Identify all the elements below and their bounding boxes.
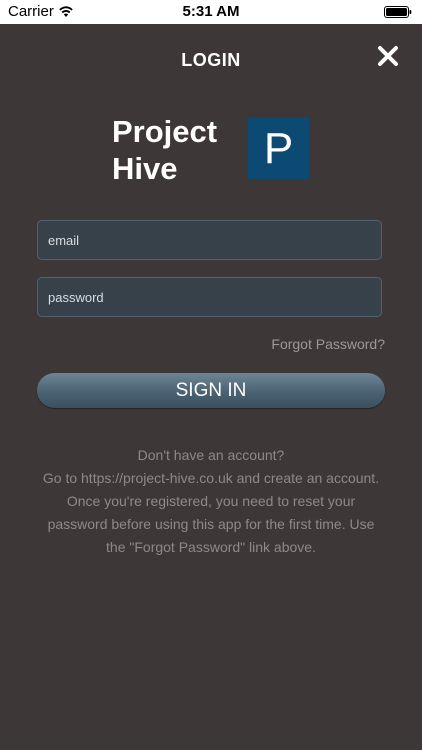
info-line-5: the "Forgot Password" link above. bbox=[106, 539, 316, 555]
info-line-3: Once you're registered, you need to rese… bbox=[66, 493, 356, 509]
info-line-1: Don't have an account? bbox=[137, 447, 285, 463]
info-line-4: password before using this app for the f… bbox=[47, 516, 375, 532]
email-field[interactable] bbox=[37, 220, 382, 260]
status-bar: Carrier 5:31 AM bbox=[0, 0, 422, 24]
forgot-password-link[interactable]: Forgot Password? bbox=[271, 336, 385, 352]
logo-line-1: Project bbox=[112, 114, 218, 149]
status-time: 5:31 AM bbox=[182, 3, 240, 20]
app-logo-text: Project Hive bbox=[112, 113, 217, 187]
app-logo-mark: P bbox=[248, 118, 309, 179]
close-icon bbox=[378, 46, 398, 66]
battery-icon bbox=[384, 6, 412, 18]
close-button[interactable] bbox=[372, 40, 404, 72]
info-line-2: Go to https://project-hive.co.uk and cre… bbox=[42, 470, 380, 486]
page-title: LOGIN bbox=[181, 50, 241, 70]
password-field[interactable] bbox=[37, 277, 382, 317]
sign-in-button[interactable]: SIGN IN bbox=[37, 373, 385, 408]
info-text: Don't have an account? Go to https://pro… bbox=[20, 444, 402, 559]
logo-line-2: Hive bbox=[112, 151, 178, 186]
